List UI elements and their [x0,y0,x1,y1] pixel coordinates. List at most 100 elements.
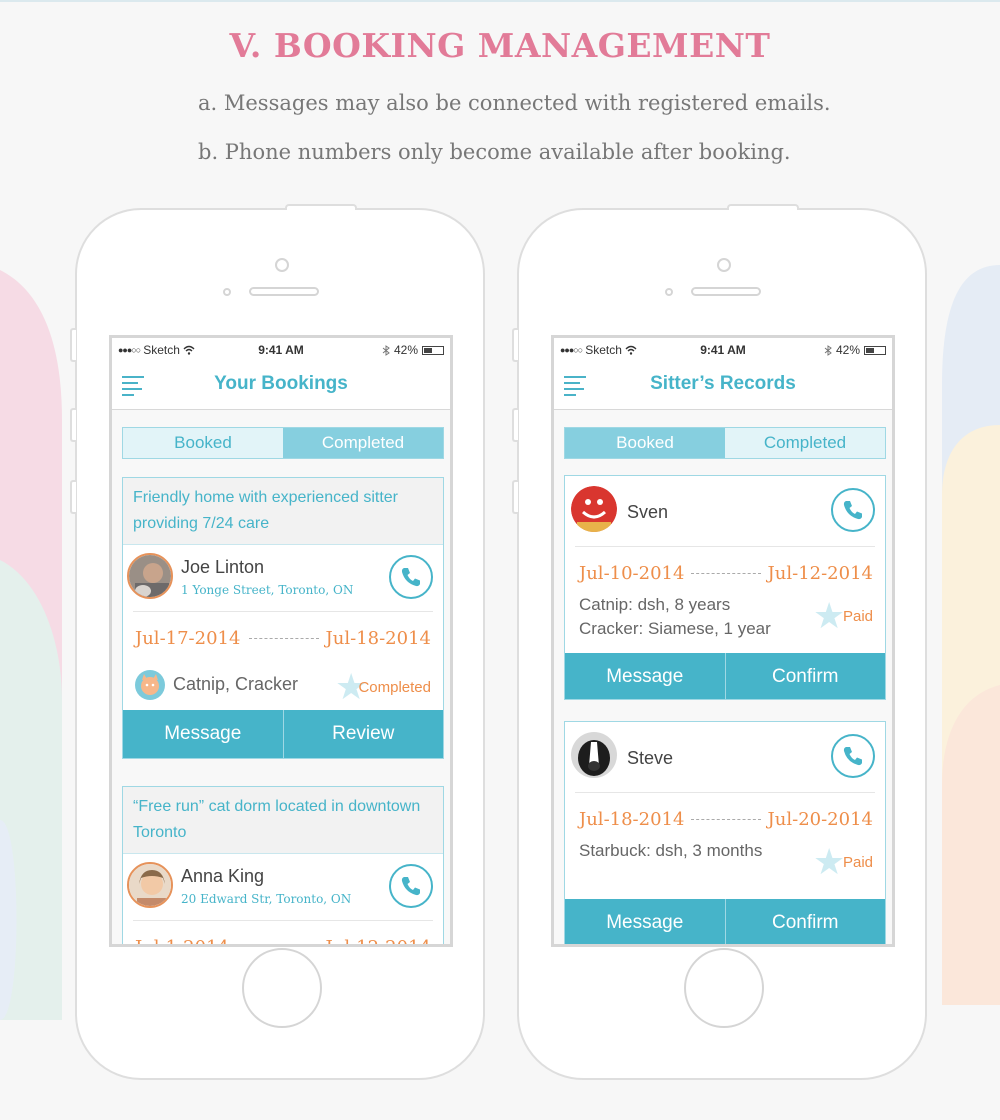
booking-dates: Jul-17-2014 Jul-18-2014 [123,612,443,664]
home-button[interactable] [684,948,764,1028]
confirm-button[interactable]: Confirm [724,653,886,699]
power-button [727,204,799,210]
background-arcs-right [942,265,1000,1005]
front-camera [275,258,289,272]
status-bar: ●●●○○ Sketch 9:41 AM 42% [554,338,892,360]
start-date: Jul-18-2014 [579,809,685,830]
status-badge: ★ Completed [335,669,431,705]
screen-sitters-records: ●●●○○ Sketch 9:41 AM 42% Sitter’s Records… [551,335,895,947]
end-date: Jul-12-2014 [326,937,431,944]
proximity-sensor [665,288,673,296]
top-divider [0,0,1000,2]
client-name: Steve [627,748,674,768]
record-info: Jul-18-2014 Jul-20-2014 Starbuck: dsh, 3… [565,793,885,899]
mute-switch [70,328,76,362]
segment-control: Booked Completed [564,427,886,459]
status-badge: ★ Paid [813,841,873,882]
volume-up-button [70,408,76,442]
end-date: Jul-18-2014 [325,628,431,649]
status-badge: ★ Paid [813,595,873,636]
pet-names: Catnip, Cracker [173,674,299,694]
status-label: Paid [842,854,873,871]
phone-icon [843,747,862,766]
home-button[interactable] [242,948,322,1028]
pet-detail: Catnip: dsh, 8 years [579,595,731,614]
battery-percent: 42% [393,343,418,357]
call-button[interactable] [831,488,875,532]
battery-icon [422,345,444,355]
sitter-row: Joe Linton 1 Yonge Street, Toronto, ON [123,545,443,611]
pets-row: Catnip, Cracker ★ Completed [123,664,443,710]
battery-percent: 42% [835,343,860,357]
booking-description: Friendly home with experienced sitter pr… [123,478,443,545]
pet-detail: Cracker: Siamese, 1 year [579,619,771,638]
battery-icon [864,345,886,355]
phone-frame-left: ●●●○○ Sketch 9:41 AM 42% Your Bookings Bo… [70,204,485,1080]
start-date: Jul-1-2014 [135,937,229,944]
booking-card: “Free run” cat dorm located in downtown … [122,786,444,944]
sitter-address: 20 Edward Str, Toronto, ON [181,892,352,906]
nav-bar: Sitter’s Records [554,360,892,410]
tab-booked[interactable]: Booked [565,428,725,458]
review-button[interactable]: Review [282,710,444,758]
phone-icon [843,501,862,520]
sitter-row: Anna King 20 Edward Str, Toronto, ON [123,854,443,920]
date-separator [249,638,319,639]
proximity-sensor [223,288,231,296]
mute-switch [512,328,518,362]
card-actions: Message Confirm [565,653,886,699]
tab-completed[interactable]: Completed [725,428,885,458]
volume-down-button [512,480,518,514]
phone-icon [401,877,420,896]
star-icon: ★ [813,595,846,636]
message-button[interactable]: Message [565,653,725,699]
front-camera [717,258,731,272]
tab-booked[interactable]: Booked [123,428,283,458]
status-label: Paid [842,608,873,625]
sitter-name: Anna King [181,866,265,886]
volume-up-button [512,408,518,442]
phone-icon [401,568,420,587]
message-button[interactable]: Message [565,899,725,944]
segment-control: Booked Completed [122,427,444,459]
earpiece-speaker [249,287,319,296]
booking-dates: Jul-1-2014 Jul-12-2014 [123,921,443,944]
nav-bar: Your Bookings [112,360,450,410]
call-button[interactable] [389,555,433,599]
pet-detail: Starbuck: dsh, 3 months [579,841,763,860]
note-b: b. Phone numbers only become available a… [198,140,791,164]
phone-frame-right: ●●●○○ Sketch 9:41 AM 42% Sitter’s Records… [512,204,927,1080]
record-info: Jul-10-2014 Jul-12-2014 Catnip: dsh, 8 y… [565,547,885,653]
date-separator [691,819,761,820]
avatar [127,862,173,908]
end-date: Jul-20-2014 [767,809,873,830]
record-card: Sven Jul-10-2014 Jul-12-2014 Catnip: dsh… [564,475,886,700]
date-separator [691,573,761,574]
power-button [285,204,357,210]
message-button[interactable]: Message [123,710,283,758]
start-date: Jul-17-2014 [135,628,241,649]
sitter-name: Joe Linton [181,557,265,577]
record-card: Steve Jul-18-2014 Jul-20-2014 Starbuck: … [564,721,886,944]
screen-your-bookings: ●●●○○ Sketch 9:41 AM 42% Your Bookings Bo… [109,335,453,947]
note-a: a. Messages may also be connected with r… [198,91,831,115]
confirm-button[interactable]: Confirm [724,899,886,944]
booking-card: Friendly home with experienced sitter pr… [122,477,444,759]
tab-completed[interactable]: Completed [283,428,443,458]
client-row: Steve [565,722,885,792]
end-date: Jul-12-2014 [767,563,873,584]
page-heading: V. BOOKING MANAGEMENT [229,26,771,65]
sitter-address: 1 Yonge Street, Toronto, ON [181,583,354,597]
call-button[interactable] [831,734,875,778]
earpiece-speaker [691,287,761,296]
bluetooth-icon [382,344,390,356]
background-arcs-left [0,270,62,1020]
call-button[interactable] [389,864,433,908]
volume-down-button [70,480,76,514]
bluetooth-icon [824,344,832,356]
star-icon: ★ [813,841,846,882]
screen-title: Your Bookings [214,373,348,394]
cat-icon [135,670,165,700]
card-actions: Message Confirm [565,899,886,944]
start-date: Jul-10-2014 [579,563,685,584]
